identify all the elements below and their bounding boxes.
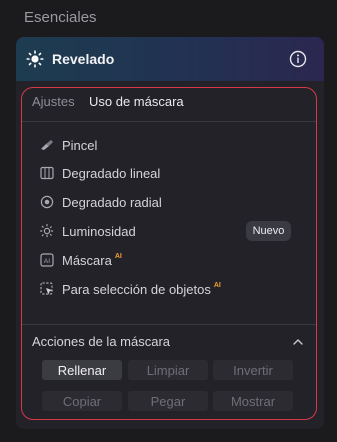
brush-icon — [41, 140, 53, 150]
new-badge: Nuevo — [246, 221, 291, 241]
tool-pincel[interactable]: Pincel — [40, 136, 97, 154]
linear-gradient-icon — [40, 166, 54, 180]
sun-icon — [26, 50, 44, 68]
ai-mask-icon: AI — [40, 253, 54, 267]
panel-title: Revelado — [52, 51, 115, 67]
tool-label: Máscara — [62, 252, 112, 268]
tab-ajustes[interactable]: Ajustes — [32, 94, 75, 109]
tabs-divider — [22, 121, 316, 122]
tool-luminosidad[interactable]: Luminosidad — [40, 222, 136, 240]
section-title: Esenciales — [24, 9, 97, 26]
tool-label: Degradado lineal — [62, 165, 161, 181]
tool-degradado-radial[interactable]: Degradado radial — [40, 193, 162, 211]
rellenar-button[interactable]: Rellenar — [42, 360, 122, 380]
ai-badge: AI — [114, 252, 122, 260]
tool-degradado-lineal[interactable]: Degradado lineal — [40, 164, 160, 182]
revelado-header[interactable]: Revelado — [16, 37, 324, 81]
ai-badge: AI — [213, 281, 221, 289]
pegar-button[interactable]: Pegar — [128, 391, 208, 411]
mask-actions-title: Acciones de la máscara — [32, 334, 171, 349]
radial-gradient-icon — [40, 195, 54, 209]
tool-label: Luminosidad — [62, 223, 136, 239]
tool-label: Para selección de objetos — [62, 281, 211, 297]
svg-text:AI: AI — [44, 258, 50, 265]
actions-divider — [22, 324, 316, 325]
tool-mascara-ai[interactable]: AI Máscara AI — [40, 251, 122, 269]
tool-seleccion-objetos[interactable]: Para selección de objetos AI — [40, 280, 221, 298]
tool-label: Pincel — [62, 137, 98, 153]
copiar-button[interactable]: Copiar — [42, 391, 122, 411]
object-selection-icon — [40, 282, 53, 295]
tool-label: Degradado radial — [62, 194, 162, 210]
luminosity-icon — [40, 224, 54, 238]
chevron-up-icon[interactable] — [292, 337, 304, 347]
limpiar-button[interactable]: Limpiar — [128, 360, 208, 380]
info-icon[interactable] — [289, 50, 307, 68]
mostrar-button[interactable]: Mostrar — [213, 391, 293, 411]
invertir-button[interactable]: Invertir — [213, 360, 293, 380]
tab-uso-de-mascara[interactable]: Uso de máscara — [89, 94, 184, 109]
